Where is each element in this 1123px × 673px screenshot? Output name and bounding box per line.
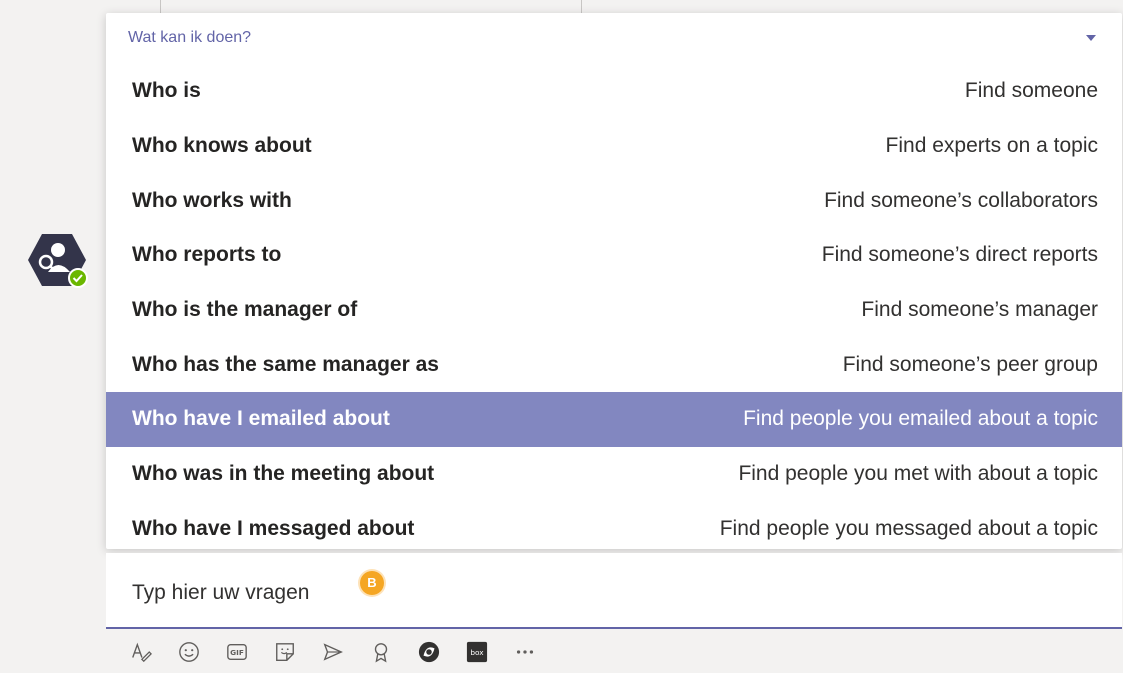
command-label: Who knows about: [132, 134, 312, 158]
gif-icon[interactable]: GIF: [226, 641, 248, 663]
svg-text:GIF: GIF: [230, 648, 244, 657]
command-description: Find people you messaged about a topic: [719, 516, 1098, 540]
command-label: Who has the same manager as: [132, 352, 439, 376]
command-label: Who have I emailed about: [132, 407, 390, 431]
command-description: Find people you met with about a topic: [738, 462, 1098, 486]
command-row[interactable]: Who have I messaged about Find people yo…: [106, 502, 1122, 557]
previous-message-edge: [160, 0, 582, 14]
command-description: Find someone’s direct reports: [821, 243, 1098, 267]
command-row[interactable]: Who is Find someone: [106, 64, 1122, 119]
format-icon[interactable]: [130, 641, 152, 663]
command-row[interactable]: Who works with Find someone’s collaborat…: [106, 173, 1122, 228]
command-label: Who reports to: [132, 243, 282, 267]
bot-avatar[interactable]: [28, 232, 90, 290]
chevron-down-icon[interactable]: [1086, 35, 1096, 41]
meet-icon[interactable]: [322, 641, 344, 663]
command-description: Find someone’s collaborators: [824, 188, 1098, 212]
popup-header[interactable]: Wat kan ik doen?: [106, 13, 1122, 63]
command-label: Who is: [132, 79, 201, 103]
popup-title: Wat kan ik doen?: [128, 29, 252, 46]
command-row[interactable]: Who is the manager of Find someone’s man…: [106, 283, 1122, 338]
command-description: Find people you emailed about a topic: [743, 407, 1098, 431]
command-label: Who works with: [132, 188, 292, 212]
command-label: Who have I messaged about: [132, 516, 415, 540]
praise-icon[interactable]: [370, 641, 392, 663]
command-label: Who was in the meeting about: [132, 462, 435, 486]
people-search-icon: [28, 234, 88, 288]
more-icon[interactable]: [514, 641, 536, 663]
box-icon-label: box: [470, 647, 484, 656]
command-description: Find someone: [964, 79, 1098, 103]
compose-toolbar: GIF box: [106, 630, 706, 673]
command-label: Who is the manager of: [132, 298, 358, 322]
sticker-icon[interactable]: [274, 641, 296, 663]
command-row[interactable]: Who has the same manager as Find someone…: [106, 337, 1122, 392]
command-description: Find someone’s manager: [861, 298, 1098, 322]
command-row[interactable]: Who was in the meeting about Find people…: [106, 447, 1122, 502]
compose-input-text[interactable]: Typ hier uw vragen: [132, 581, 309, 605]
message-compose-box[interactable]: Typ hier uw vragen B: [106, 553, 1122, 629]
command-row[interactable]: Who knows about Find experts on a topic: [106, 119, 1122, 174]
command-row-selected[interactable]: Who have I emailed about Find people you…: [106, 392, 1122, 447]
command-description: Find someone’s peer group: [842, 352, 1098, 376]
grammarly-badge-icon[interactable]: B: [360, 571, 384, 595]
command-row[interactable]: Who reports to Find someone’s direct rep…: [106, 228, 1122, 283]
app-icon[interactable]: [418, 641, 440, 663]
emoji-icon[interactable]: [178, 641, 200, 663]
command-description: Find experts on a topic: [885, 134, 1098, 158]
box-icon[interactable]: box: [466, 641, 488, 663]
command-list: Who is Find someone Who knows about Find…: [106, 64, 1122, 556]
command-suggestions-popup: Wat kan ik doen? Who is Find someone Who…: [106, 13, 1122, 549]
